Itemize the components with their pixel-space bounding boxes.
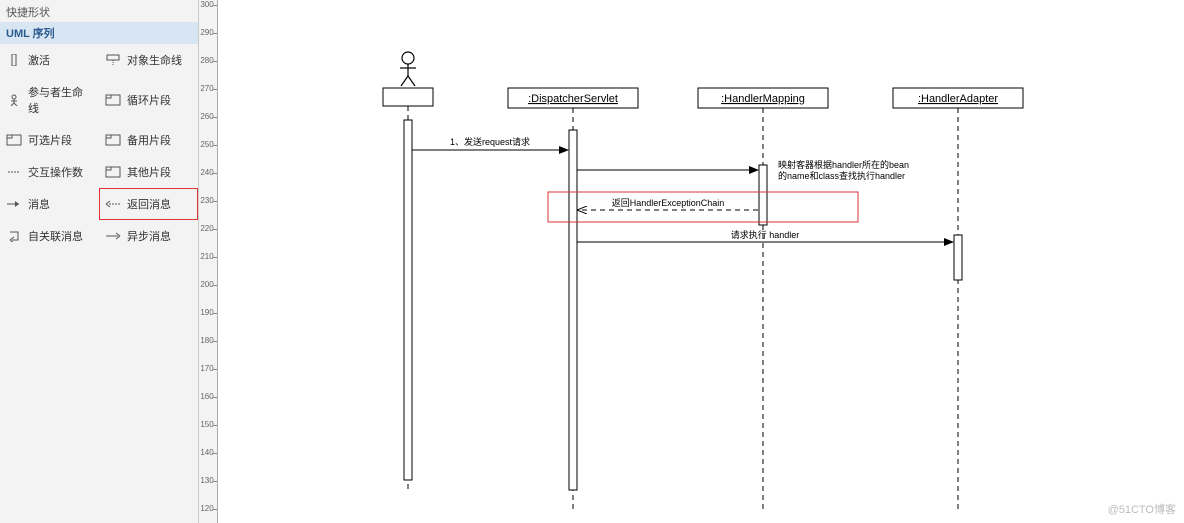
self-icon xyxy=(6,230,22,242)
other-icon xyxy=(105,166,121,178)
shape-alt[interactable]: 备用片段 xyxy=(99,124,198,156)
message-label: 1、发送request请求 xyxy=(450,136,530,147)
shape-return-message[interactable]: 返回消息 xyxy=(99,188,198,220)
return-icon xyxy=(105,198,121,210)
shape-label: 消息 xyxy=(28,196,50,212)
alt-icon xyxy=(105,134,121,146)
lifeline-handlermapping[interactable]: :HandlerMapping xyxy=(698,88,828,510)
lifeline-label: :DispatcherServlet xyxy=(528,93,618,105)
shape-label: 备用片段 xyxy=(127,132,171,148)
shape-label: 异步消息 xyxy=(127,228,171,244)
shape-activation[interactable]: 激活 xyxy=(0,44,99,76)
shape-label: 循环片段 xyxy=(127,92,171,108)
message-label: 请求执行 handler xyxy=(731,229,800,240)
vertical-ruler: 300 290 280 270 260 250 240 230 220 210 … xyxy=(199,0,218,523)
shape-loop[interactable]: 循环片段 xyxy=(99,76,198,124)
sidebar-title: 快捷形状 xyxy=(0,2,198,22)
shape-label: 激活 xyxy=(28,52,50,68)
activation-icon xyxy=(6,54,22,66)
message-3-return[interactable]: 返回HandlerExceptionChain xyxy=(578,197,758,210)
message-4[interactable]: 请求执行 handler xyxy=(577,229,953,242)
shape-actor-lifeline[interactable]: 参与者生命线 xyxy=(0,76,99,124)
lifeline-dispatcher[interactable]: :DispatcherServlet xyxy=(508,88,638,510)
opt-icon xyxy=(6,134,22,146)
shape-label: 对象生命线 xyxy=(127,52,182,68)
actor-icon xyxy=(6,94,22,106)
actor-lifeline[interactable] xyxy=(383,52,433,490)
message-1[interactable]: 1、发送request请求 xyxy=(412,136,568,150)
watermark: @51CTO博客 xyxy=(1108,501,1176,517)
sidebar-section[interactable]: UML 序列 xyxy=(0,22,198,44)
shape-label: 返回消息 xyxy=(127,196,171,212)
shape-self-message[interactable]: 自关联消息 xyxy=(0,220,99,252)
async-icon xyxy=(105,230,121,242)
message-label: 返回HandlerExceptionChain xyxy=(612,197,725,208)
shape-label: 参与者生命线 xyxy=(28,84,93,116)
shape-label: 其他片段 xyxy=(127,164,171,180)
diagram-canvas[interactable]: :DispatcherServlet :HandlerMapping :Hand… xyxy=(218,0,1184,523)
loop-icon xyxy=(105,94,121,106)
shape-label: 交互操作数 xyxy=(28,164,83,180)
lifeline-obj-icon xyxy=(105,54,121,66)
message-label: 映射客器根据handler所在的bean 的name和class查找执行hand… xyxy=(778,159,912,181)
interaction-icon xyxy=(6,166,22,178)
msg-icon xyxy=(6,198,22,210)
lifeline-label: :HandlerMapping xyxy=(721,93,805,105)
shape-label: 可选片段 xyxy=(28,132,72,148)
shape-label: 自关联消息 xyxy=(28,228,83,244)
shapes-sidebar: 快捷形状 UML 序列 激活 对象生命线 参与者生命线 循环片段 可选片段 xyxy=(0,0,199,523)
lifeline-label: :HandlerAdapter xyxy=(918,93,998,105)
shape-message[interactable]: 消息 xyxy=(0,188,99,220)
shape-interaction[interactable]: 交互操作数 xyxy=(0,156,99,188)
uml-sequence-diagram[interactable]: :DispatcherServlet :HandlerMapping :Hand… xyxy=(378,10,1184,510)
shape-other[interactable]: 其他片段 xyxy=(99,156,198,188)
lifeline-handleradapter[interactable]: :HandlerAdapter xyxy=(893,88,1023,510)
shape-async-message[interactable]: 异步消息 xyxy=(99,220,198,252)
shape-object-lifeline[interactable]: 对象生命线 xyxy=(99,44,198,76)
shape-opt[interactable]: 可选片段 xyxy=(0,124,99,156)
message-2[interactable]: 映射客器根据handler所在的bean 的name和class查找执行hand… xyxy=(577,159,912,181)
